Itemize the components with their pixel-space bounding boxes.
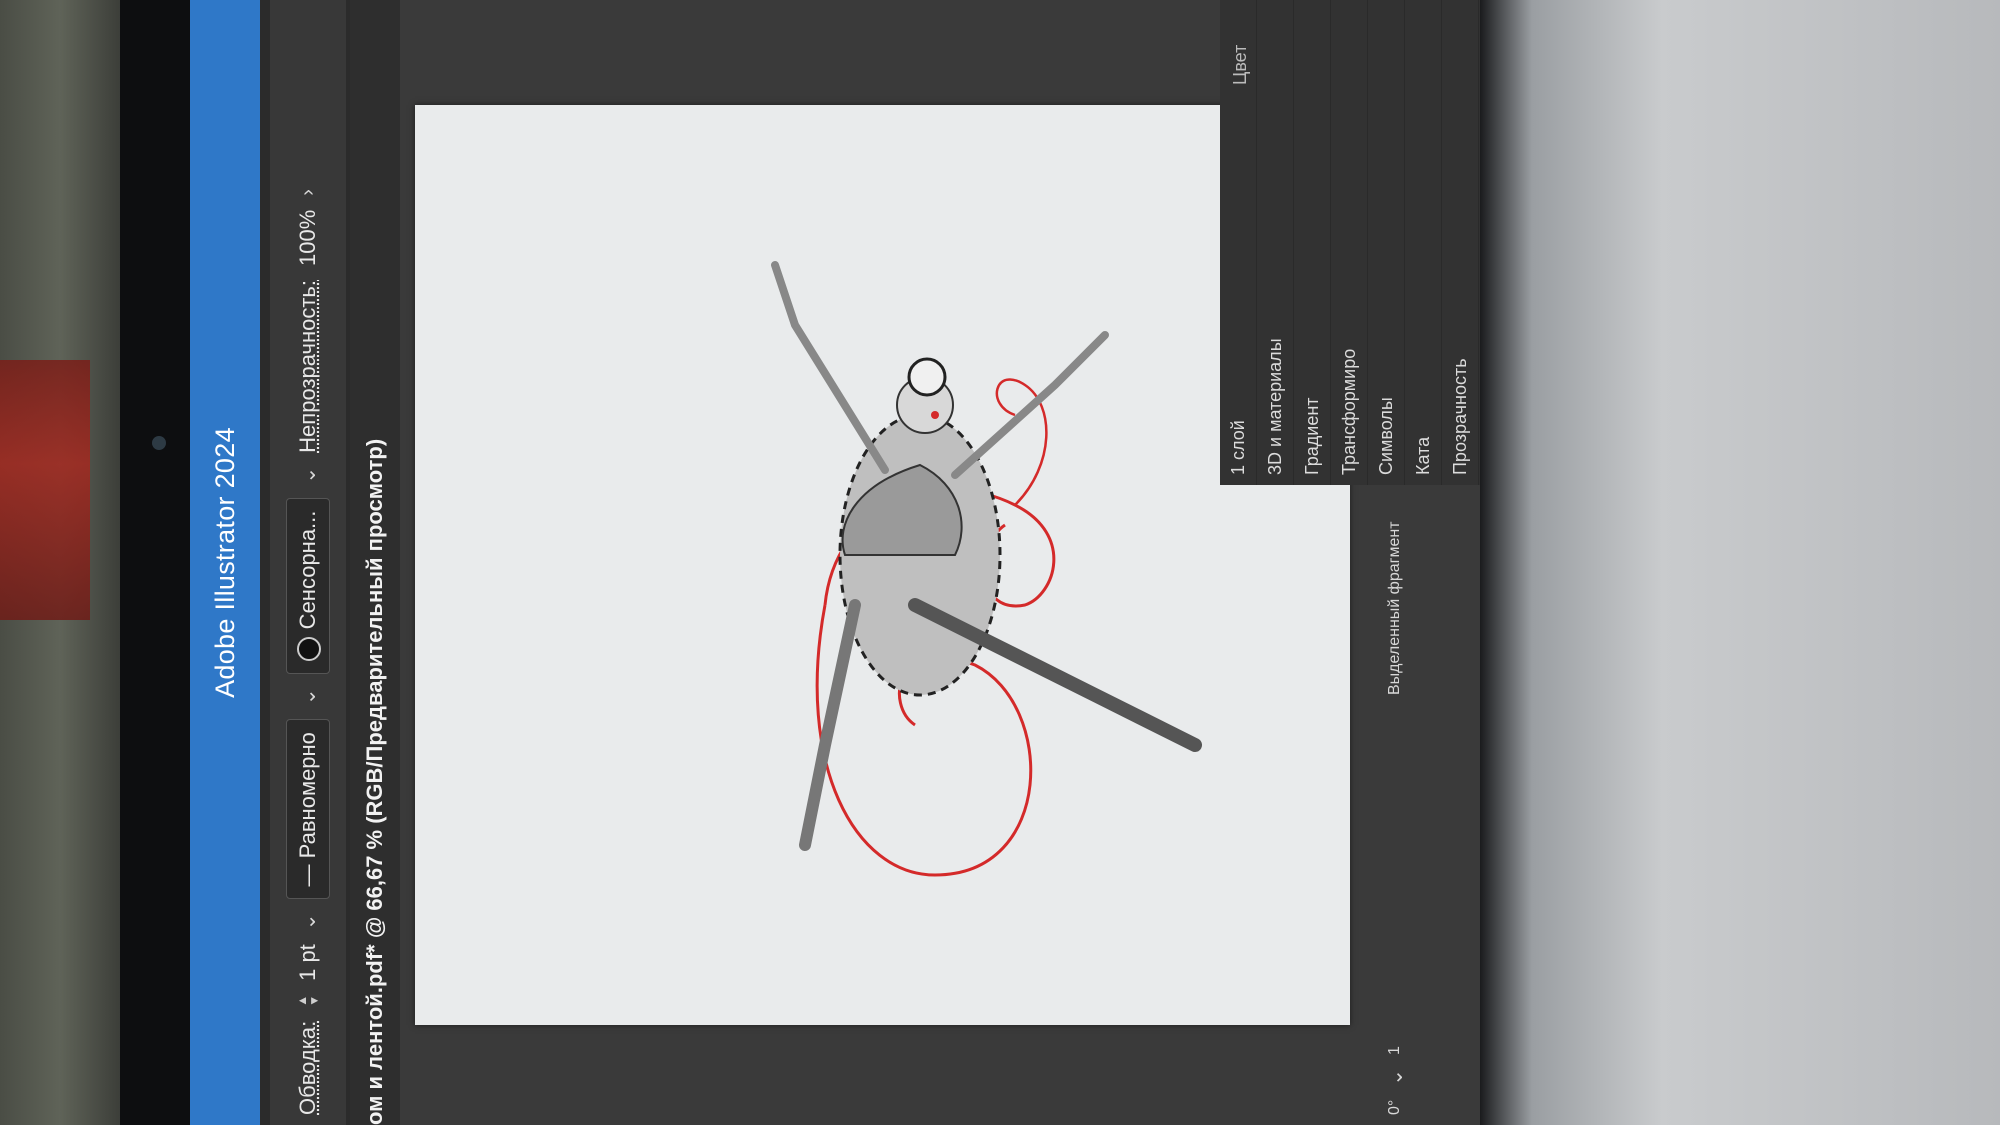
variable-width-profile[interactable]: — Равномерно [286, 719, 330, 900]
panel-libraries[interactable]: Ката [1405, 0, 1442, 485]
selected-tool-status: Выделенный фрагмент [1386, 521, 1403, 695]
chevron-right-icon[interactable]: › [297, 189, 320, 196]
opacity-label[interactable]: Непрозрачность: [295, 280, 321, 453]
lips [931, 411, 939, 419]
variable-width-label: Равномерно [295, 732, 320, 859]
panel-transparency[interactable]: Прозрачность [1442, 0, 1479, 485]
brush-dot-icon [297, 637, 322, 662]
stroke-weight-value[interactable]: 1 pt [295, 944, 321, 981]
panel-symbols[interactable]: Символы [1368, 0, 1405, 485]
background-flag [0, 360, 90, 620]
stroke-label[interactable]: Обводка: [295, 1021, 321, 1115]
artboard[interactable] [415, 105, 1350, 1025]
laptop-bezel [120, 0, 190, 1125]
panel-gradient[interactable]: Градиент [1294, 0, 1331, 485]
panel-tab-list: 1 слой 3D и материалы Градиент Трансформ… [1220, 0, 1479, 485]
document-tab[interactable]: ом и лентой.pdf* @ 66,67 % (RGB/Предвари… [350, 0, 400, 1125]
leg-down [799, 599, 861, 851]
artboard-number[interactable]: 1 [1386, 1046, 1404, 1055]
panel-transform[interactable]: Трансформиро [1331, 0, 1368, 485]
brush-definition[interactable]: Сенсорна... [285, 497, 331, 675]
hair-bun [907, 357, 947, 397]
panel-3d-materials[interactable]: 3D и материалы [1257, 0, 1294, 485]
brush-label: Сенсорна... [294, 510, 320, 630]
right-panel: 1 слой 3D и материалы Градиент Трансформ… [1220, 0, 1480, 485]
color-panel-tab[interactable]: Цвет [1230, 45, 1251, 85]
opacity-value[interactable]: 100% [295, 210, 321, 266]
chevron-down-icon[interactable]: ⌄ [1383, 1069, 1408, 1086]
window-title: Adobe Illustrator 2024 [209, 427, 240, 698]
arm-left [771, 261, 889, 474]
control-bar: Обводка: ▲ ▼ 1 pt ⌄ — Равномерно ⌄ Сенсор… [270, 0, 346, 1125]
illustrator-window: Adobe Illustrator 2024 Обводка: ▲ ▼ 1 pt … [190, 0, 1480, 1125]
webcam [152, 436, 166, 450]
chevron-down-icon[interactable]: ⌄ [296, 688, 321, 705]
title-bar: Adobe Illustrator 2024 [190, 0, 260, 1125]
arm-right [951, 331, 1109, 479]
stroke-stepper[interactable]: ▲ ▼ [295, 995, 321, 1007]
chevron-down-icon[interactable]: ⌄ [296, 913, 321, 930]
chevron-down-icon[interactable]: ⌄ [296, 467, 321, 484]
laptop-keyboard [1480, 0, 2000, 1125]
ballerina-illustration [771, 261, 1202, 877]
rotation-value[interactable]: 0° [1386, 1100, 1404, 1115]
